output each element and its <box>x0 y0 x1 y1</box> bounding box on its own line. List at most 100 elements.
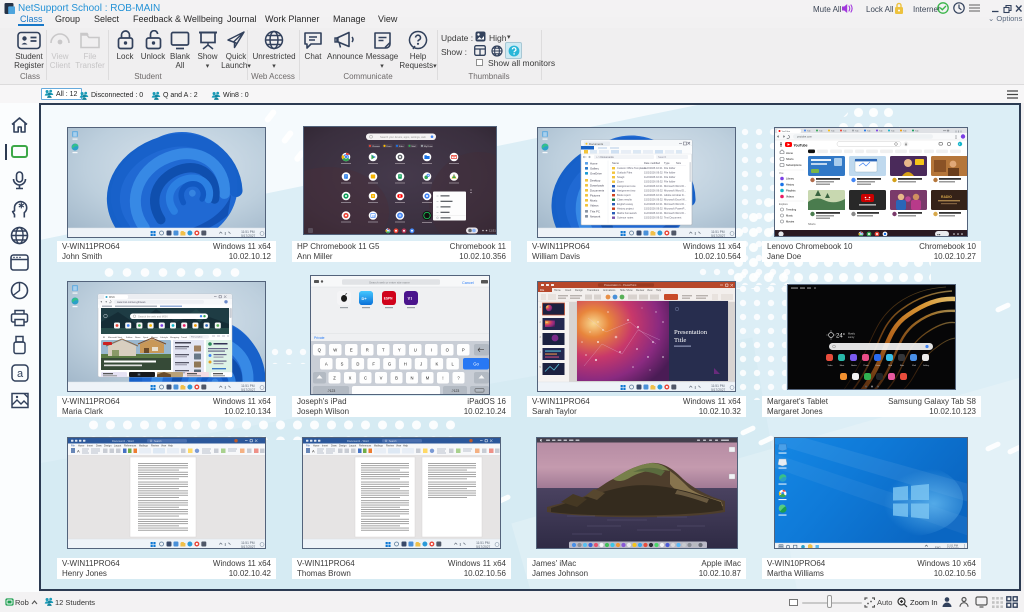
svg-text:Help: Help <box>656 289 662 292</box>
svg-text:Mail: Mail <box>412 146 417 148</box>
svg-text:P: P <box>462 347 465 352</box>
svg-text:11/2/2026 10:21: 11/2/2026 10:21 <box>644 184 663 188</box>
svg-text:K: K <box>435 361 438 366</box>
svg-text:J: J <box>420 361 422 366</box>
svg-text:Playlists: Playlists <box>786 189 796 193</box>
svg-text:ESPN: ESPN <box>384 297 393 301</box>
svg-text:Zoom: Zoom <box>617 180 624 184</box>
svg-text:Home: Home <box>590 161 598 165</box>
svg-text:31: 31 <box>372 214 376 218</box>
svg-text:Adobe Acrobat D...: Adobe Acrobat D... <box>664 193 686 197</box>
svg-text:Transitions: Transitions <box>587 289 600 292</box>
svg-text:⌂ > Documents: ⌂ > Documents <box>596 155 614 159</box>
svg-text:☰: ☰ <box>103 336 105 339</box>
svg-text:Gallery: Gallery <box>590 166 599 170</box>
svg-text:Shopping: Shopping <box>170 337 180 339</box>
svg-text:Search web or enter site name: Search web or enter site name <box>369 281 410 285</box>
svg-text:File folder: File folder <box>664 166 676 170</box>
svg-text:S: S <box>341 361 344 366</box>
svg-text:Photo: Photo <box>863 364 869 367</box>
svg-text:View: View <box>647 289 653 292</box>
svg-text:24°: 24° <box>836 334 846 340</box>
svg-text:A: A <box>325 361 328 366</box>
svg-text:Z: Z <box>333 375 336 380</box>
svg-text:youtube.com: youtube.com <box>797 135 812 139</box>
svg-text:Y: Y <box>398 347 401 352</box>
svg-text:Presentation: Presentation <box>674 329 708 336</box>
svg-text:Microsoft Word D...: Microsoft Word D... <box>664 202 686 206</box>
svg-text:Shorts: Shorts <box>786 157 794 161</box>
svg-text:Book report: Book report <box>617 193 631 197</box>
svg-text:News: News <box>135 337 141 339</box>
svg-text:Maths homework: Maths homework <box>617 211 637 215</box>
svg-text:Snagit: Snagit <box>617 175 625 179</box>
svg-text:15/2/2026 09:32: 15/2/2026 09:32 <box>644 207 663 211</box>
svg-text:Gallery: Gallery <box>923 365 929 367</box>
svg-text:.?123: .?123 <box>327 389 336 393</box>
svg-text:Video: Video <box>827 365 833 367</box>
svg-text:11/2/2026 10:21: 11/2/2026 10:21 <box>644 202 663 206</box>
svg-text:R: R <box>366 347 369 352</box>
svg-text:11/2/2026 10:21: 11/2/2026 10:21 <box>644 193 663 197</box>
svg-text:.?123: .?123 <box>451 389 460 393</box>
svg-text:D: D <box>356 361 359 366</box>
svg-text:Documents: Documents <box>590 188 605 192</box>
svg-text:Desktop: Desktop <box>590 178 601 182</box>
svg-text:Y!: Y! <box>407 296 412 301</box>
svg-text:Insert: Insert <box>565 289 572 292</box>
svg-text:Meet: Meet <box>840 364 845 367</box>
svg-text:Network: Network <box>590 214 601 218</box>
svg-text:Home: Home <box>786 151 793 155</box>
svg-text:Private: Private <box>314 336 325 340</box>
svg-text:Cancel: Cancel <box>462 281 474 285</box>
svg-text:B: B <box>395 375 398 380</box>
svg-text:Search your device, apps, sett: Search your device, apps, settings, web <box>380 135 426 139</box>
svg-text:Presentation 1 - PowerPoint: Presentation 1 - PowerPoint <box>604 283 637 287</box>
svg-text:Title: Title <box>674 337 686 344</box>
svg-text:History project: History project <box>617 207 634 211</box>
svg-text:This PC: This PC <box>590 209 600 213</box>
svg-text:Mail: Mail <box>912 365 916 367</box>
svg-text:Files: Files <box>900 365 904 367</box>
svg-text:History: History <box>786 183 795 187</box>
svg-text:Name: Name <box>612 161 619 165</box>
svg-text:sunny: sunny <box>848 336 855 339</box>
svg-text:www.msn.com/en-gb/news: www.msn.com/en-gb/news <box>117 301 146 304</box>
svg-text:11:51: 11:51 <box>489 229 496 233</box>
svg-text:N: N <box>410 375 413 380</box>
svg-text:File folder: File folder <box>664 171 676 175</box>
svg-text:Follow: Follow <box>126 337 133 339</box>
svg-text:15/2/2026 09:32: 15/2/2026 09:32 <box>644 216 663 220</box>
svg-text:C: C <box>364 375 367 380</box>
svg-text:D+: D+ <box>362 296 368 301</box>
svg-text:Outlook Files: Outlook Files <box>617 171 633 175</box>
svg-text:15/2/2026 09:32: 15/2/2026 09:32 <box>644 198 663 202</box>
svg-text:Travel: Travel <box>181 336 188 339</box>
svg-text:Documents: Documents <box>589 142 604 146</box>
svg-text:RADIO: RADIO <box>941 195 952 199</box>
svg-text:Library: Library <box>786 177 795 181</box>
svg-text:Movies: Movies <box>786 220 795 224</box>
svg-text:Home: Home <box>554 289 561 292</box>
svg-text:Pictures: Pictures <box>590 193 601 197</box>
svg-text:Lifestyle: Lifestyle <box>160 336 169 339</box>
svg-text:Search: Search <box>658 155 667 159</box>
svg-text:Animations: Animations <box>603 289 616 292</box>
svg-text:Type: Type <box>664 161 670 165</box>
svg-text:15/2/2026 09:32: 15/2/2026 09:32 <box>644 180 663 184</box>
svg-text:Class results: Class results <box>617 198 633 202</box>
svg-text:a: a <box>17 368 24 380</box>
svg-text:File folder: File folder <box>664 175 676 179</box>
svg-text:●●: ●● <box>937 233 941 237</box>
svg-text:File: File <box>540 288 545 292</box>
svg-text:H: H <box>404 361 407 366</box>
svg-text:Videos: Videos <box>590 203 599 207</box>
svg-text:W: W <box>333 347 337 352</box>
svg-text:MSN: MSN <box>109 296 115 299</box>
svg-text:My Drive: My Drive <box>424 145 433 148</box>
svg-text:Text Document: Text Document <box>664 216 682 220</box>
svg-text:Microsoft Word D...: Microsoft Word D... <box>664 211 686 215</box>
svg-text:Personalise: Personalise <box>191 336 203 339</box>
svg-text:15/2/2026 09:32: 15/2/2026 09:32 <box>644 171 663 175</box>
svg-text:Custom Office Templates: Custom Office Templates <box>617 166 647 170</box>
